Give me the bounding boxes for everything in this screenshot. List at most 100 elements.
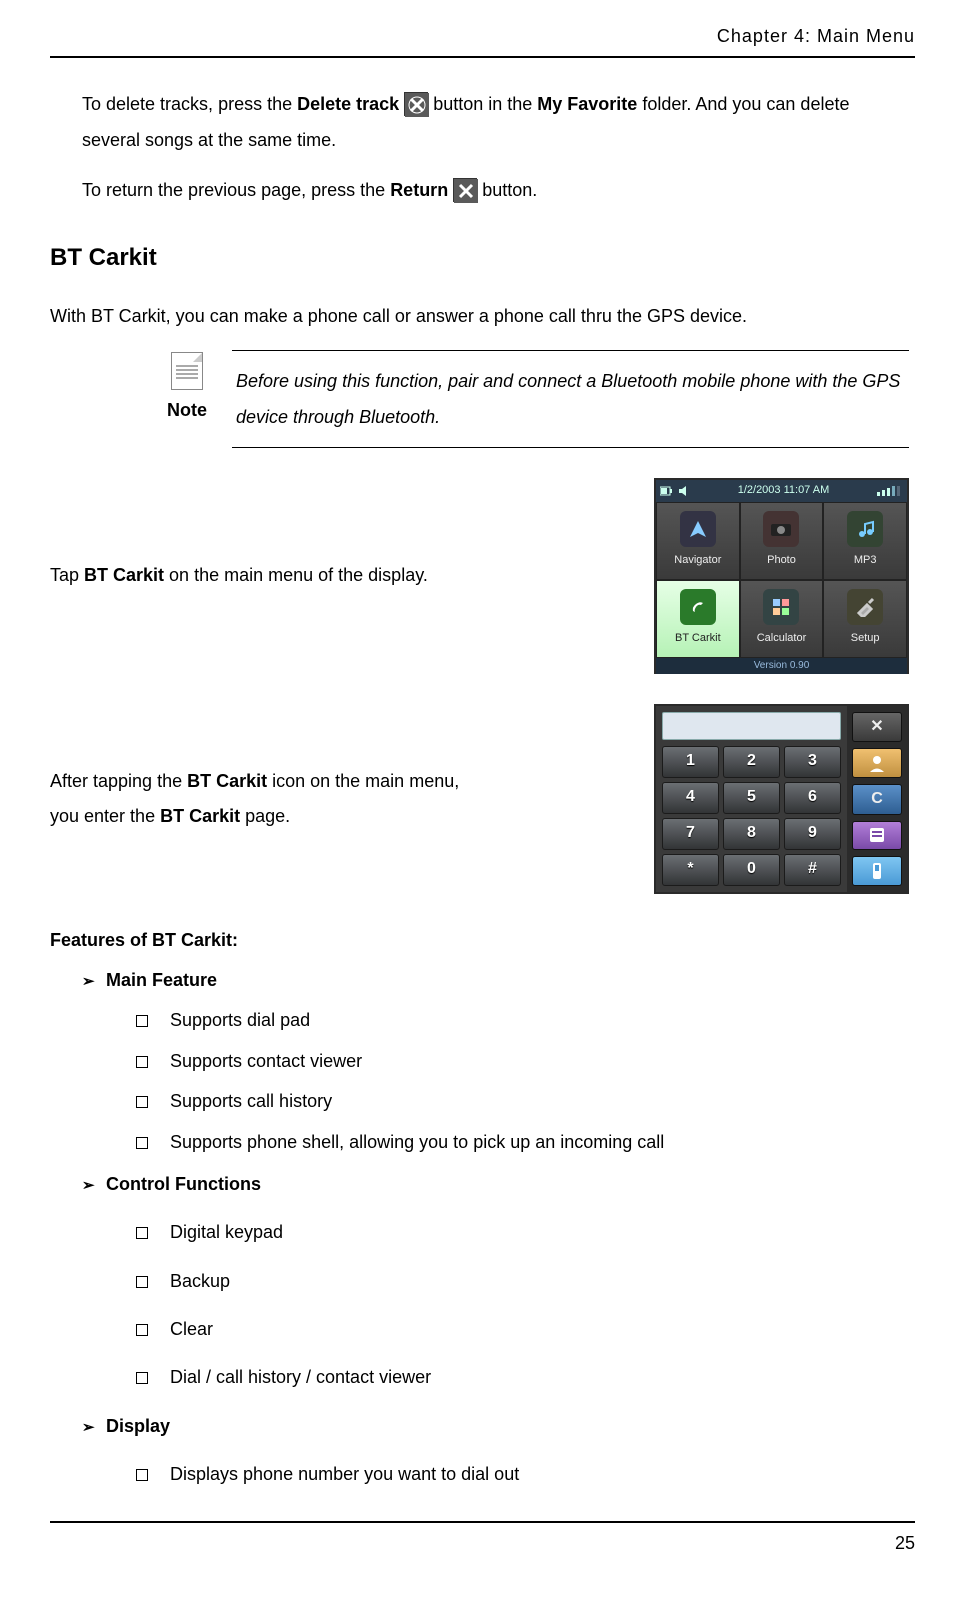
- menu-cell-bt-carkit: BT Carkit: [656, 580, 740, 658]
- text: To delete tracks, press the: [82, 94, 297, 114]
- note-text: Before using this function, pair and con…: [232, 350, 909, 448]
- feature-item-text: Backup: [170, 1271, 230, 1291]
- feature-item-text: Supports phone shell, allowing you to pi…: [170, 1132, 664, 1152]
- note-label: Note: [142, 394, 232, 426]
- key-5: 5: [723, 782, 780, 814]
- key-1: 1: [662, 746, 719, 778]
- signal-icon: [877, 486, 903, 496]
- key-3: 3: [784, 746, 841, 778]
- text: on the main menu of the display.: [164, 565, 428, 585]
- menu-label: BT Carkit: [675, 629, 721, 649]
- text: To return the previous page, press the: [82, 180, 390, 200]
- dialer-keypad: 1 2 3 4 5 6 7 8 9 * 0 #: [662, 746, 841, 886]
- key-6: 6: [784, 782, 841, 814]
- section-title: Control Functions: [106, 1174, 261, 1194]
- battery-icon: [660, 485, 674, 497]
- dialer-close-icon: ✕: [852, 712, 902, 743]
- paragraph-return: To return the previous page, press the R…: [82, 172, 909, 208]
- menu-label: Calculator: [757, 629, 807, 649]
- page-number: 25: [50, 1521, 915, 1559]
- arrow-icon: [82, 968, 106, 995]
- checkbox-icon: [136, 1372, 148, 1384]
- feature-section: Display Displays phone number you want to…: [82, 1410, 909, 1491]
- section-title: Display: [106, 1416, 170, 1436]
- calculator-icon: [763, 589, 799, 625]
- dialer-clear-icon: C: [852, 784, 902, 815]
- feature-sublist: Digital keypadBackupClearDial / call his…: [136, 1216, 909, 1394]
- key-8: 8: [723, 818, 780, 850]
- menu-cell-navigator: Navigator: [656, 502, 740, 580]
- photo-icon: [763, 511, 799, 547]
- text: you enter the: [50, 806, 160, 826]
- feature-item-text: Supports contact viewer: [170, 1051, 362, 1071]
- checkbox-icon: [136, 1056, 148, 1068]
- row-enter-bt-carkit: After tapping the BT Carkit icon on the …: [82, 704, 909, 894]
- text: button in the: [428, 94, 537, 114]
- bold-delete-track: Delete track: [297, 94, 399, 114]
- menu-label: Navigator: [674, 551, 721, 571]
- key-hash: #: [784, 854, 841, 886]
- bold-bt-carkit: BT Carkit: [187, 771, 267, 791]
- feature-sublist: Supports dial pad Supports contact viewer…: [136, 1004, 909, 1158]
- feature-item: Backup: [136, 1265, 909, 1297]
- statusbar-right-icons: [877, 486, 903, 496]
- mp3-icon: [847, 511, 883, 547]
- checkbox-icon: [136, 1096, 148, 1108]
- dialer-display: [662, 712, 841, 740]
- feature-sublist: Displays phone number you want to dial o…: [136, 1458, 909, 1490]
- bold-bt-carkit: BT Carkit: [160, 806, 240, 826]
- feature-item-text: Supports dial pad: [170, 1010, 310, 1030]
- text: Tap: [50, 565, 84, 585]
- key-4: 4: [662, 782, 719, 814]
- menu-label: Setup: [851, 629, 880, 649]
- row-tap-bt-carkit: Tap BT Carkit on the main menu of the di…: [82, 478, 909, 674]
- feature-item-text: Clear: [170, 1319, 213, 1339]
- dialer-history-icon: [852, 821, 902, 850]
- paragraph-delete-tracks: To delete tracks, press the Delete track…: [82, 86, 909, 158]
- key-2: 2: [723, 746, 780, 778]
- bt-carkit-icon: [680, 589, 716, 625]
- menu-cell-setup: Setup: [823, 580, 907, 658]
- menu-version: Version 0.90: [656, 658, 907, 674]
- heading-bt-carkit: BT Carkit: [50, 236, 909, 279]
- arrow-icon: [82, 1414, 106, 1441]
- key-7: 7: [662, 818, 719, 850]
- key-9: 9: [784, 818, 841, 850]
- menu-cell-mp3: MP3: [823, 502, 907, 580]
- speaker-icon: [678, 485, 690, 497]
- section-title: Main Feature: [106, 970, 217, 990]
- feature-item: Supports call history: [136, 1085, 909, 1117]
- feature-item: Digital keypad: [136, 1216, 909, 1248]
- feature-item-text: Supports call history: [170, 1091, 332, 1111]
- note-icon: [171, 352, 203, 390]
- bold-bt-carkit: BT Carkit: [84, 565, 164, 585]
- checkbox-icon: [136, 1137, 148, 1149]
- note-block: Note Before using this function, pair an…: [142, 350, 909, 448]
- features-list: Main Feature Supports dial pad Supports co…: [82, 964, 909, 1491]
- key-0: 0: [723, 854, 780, 886]
- delete-track-icon: [404, 92, 428, 116]
- feature-item-text: Displays phone number you want to dial o…: [170, 1464, 519, 1484]
- feature-item: Supports contact viewer: [136, 1045, 909, 1077]
- bold-my-favorite: My Favorite: [537, 94, 637, 114]
- arrow-icon: [82, 1172, 106, 1199]
- checkbox-icon: [136, 1276, 148, 1288]
- menu-label: MP3: [854, 551, 877, 571]
- checkbox-icon: [136, 1015, 148, 1027]
- text: page.: [240, 806, 290, 826]
- screenshot-main-menu: 1/2/2003 11:07 AM Navigator Photo MP3 BT…: [654, 478, 909, 674]
- menu-cell-calculator: Calculator: [740, 580, 824, 658]
- feature-item-text: Digital keypad: [170, 1222, 283, 1242]
- feature-item: Supports dial pad: [136, 1004, 909, 1036]
- statusbar-left-icons: [660, 485, 690, 497]
- menu-grid: Navigator Photo MP3 BT Carkit Calculator…: [656, 502, 907, 658]
- checkbox-icon: [136, 1227, 148, 1239]
- checkbox-icon: [136, 1324, 148, 1336]
- chapter-header: Chapter 4: Main Menu: [50, 20, 915, 58]
- menu-cell-photo: Photo: [740, 502, 824, 580]
- key-star: *: [662, 854, 719, 886]
- navigator-icon: [680, 511, 716, 547]
- screenshot-dialer: 1 2 3 4 5 6 7 8 9 * 0 # ✕ C: [654, 704, 909, 894]
- dialer-dial-icon: [852, 856, 902, 885]
- setup-icon: [847, 589, 883, 625]
